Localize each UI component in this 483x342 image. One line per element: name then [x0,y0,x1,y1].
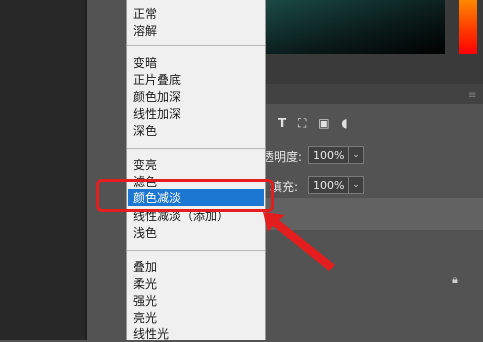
menu-item-darken[interactable]: 变暗 [133,55,157,71]
menu-item-multiply[interactable]: 正片叠底 [133,72,181,88]
layer-filter-icons: T ⛶ ▣ ◖ [278,116,348,131]
menu-item-dissolve[interactable]: 溶解 [133,23,157,39]
menu-item-normal[interactable]: 正常 [133,6,157,22]
menu-item-darker-color[interactable]: 深色 [133,123,157,139]
lock-icon: 🔒︎ [452,273,458,286]
opacity-dropdown-button[interactable]: ⌄ [348,146,364,164]
hue-slider[interactable] [459,0,477,54]
menu-item-lighten[interactable]: 变亮 [133,157,157,173]
fill-label: 填充: [270,180,299,194]
type-filter-icon[interactable]: T [278,116,286,130]
menu-item-vivid-light[interactable]: 亮光 [133,310,157,326]
menu-item-hard-light[interactable]: 强光 [133,293,157,309]
fill-input[interactable]: 100% [308,176,352,194]
menu-divider [127,45,265,46]
menu-item-overlay[interactable]: 叠加 [133,259,157,275]
menu-item-linear-burn[interactable]: 线性加深 [133,106,181,122]
panel-menu-icon[interactable]: ≡ [468,90,477,101]
canvas-background-left [0,0,85,340]
fill-dropdown-button[interactable]: ⌄ [348,176,364,194]
blend-mode-menu: 正常 溶解 变暗 正片叠底 颜色加深 线性加深 深色 变亮 滤色 颜色减淡 线性… [126,0,266,341]
shape-filter-icon[interactable]: ⛶ [298,116,306,130]
annotation-highlight-box [96,179,274,212]
filter-toggle-icon[interactable]: ◖ [341,116,347,130]
menu-divider [127,250,265,251]
color-gradient-field[interactable] [265,0,445,54]
panel-tab-bar [265,84,483,104]
opacity-label: 透明度: [262,150,303,164]
opacity-input[interactable]: 100% [308,146,352,164]
menu-item-soft-light[interactable]: 柔光 [133,276,157,292]
annotation-arrow-icon [263,212,335,271]
menu-divider [127,148,265,149]
smart-object-filter-icon[interactable]: ▣ [318,116,329,130]
menu-item-lighter-color[interactable]: 浅色 [133,225,157,241]
menu-item-color-burn[interactable]: 颜色加深 [133,89,181,105]
